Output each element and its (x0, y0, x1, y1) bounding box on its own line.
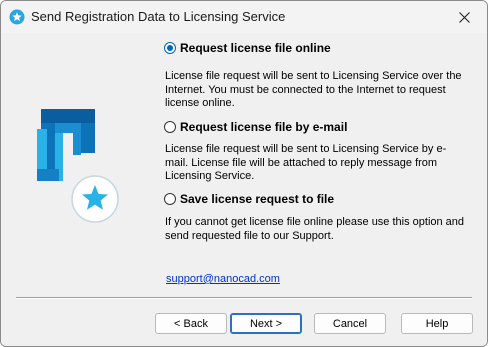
option-label-email: Request license file by e-mail (180, 120, 348, 134)
radio-button[interactable] (164, 193, 176, 205)
separator (16, 297, 472, 299)
dialog-window: Send Registration Data to Licensing Serv… (0, 0, 488, 347)
radio-button[interactable] (164, 121, 176, 133)
option-label-online: Request license file online (180, 41, 331, 55)
back-button[interactable]: < Back (155, 313, 227, 334)
radio-save-to-file[interactable]: Save license request to file (164, 192, 334, 206)
help-button[interactable]: Help (401, 313, 473, 334)
option-label-save: Save license request to file (180, 192, 335, 206)
option-description-email: License file request will be sent to Lic… (165, 143, 447, 182)
title-bar[interactable]: Send Registration Data to Licensing Serv… (1, 1, 487, 33)
window-title: Send Registration Data to Licensing Serv… (31, 9, 286, 24)
close-button[interactable] (441, 1, 487, 33)
radio-request-online[interactable]: Request license file online (164, 41, 331, 55)
option-description-save: If you cannot get license file online pl… (165, 216, 465, 242)
support-email-link[interactable]: support@nanocad.com (166, 273, 280, 285)
star-app-icon (9, 9, 25, 25)
cancel-button[interactable]: Cancel (314, 313, 386, 334)
radio-request-email[interactable]: Request license file by e-mail (164, 120, 347, 134)
nanocad-logo-icon (37, 109, 119, 223)
dialog-content: Request license file online License file… (1, 33, 487, 346)
close-icon (458, 11, 470, 23)
option-description-online: License file request will be sent to Lic… (165, 70, 462, 109)
radio-button-checked[interactable] (164, 42, 176, 54)
next-button[interactable]: Next > (230, 313, 302, 334)
